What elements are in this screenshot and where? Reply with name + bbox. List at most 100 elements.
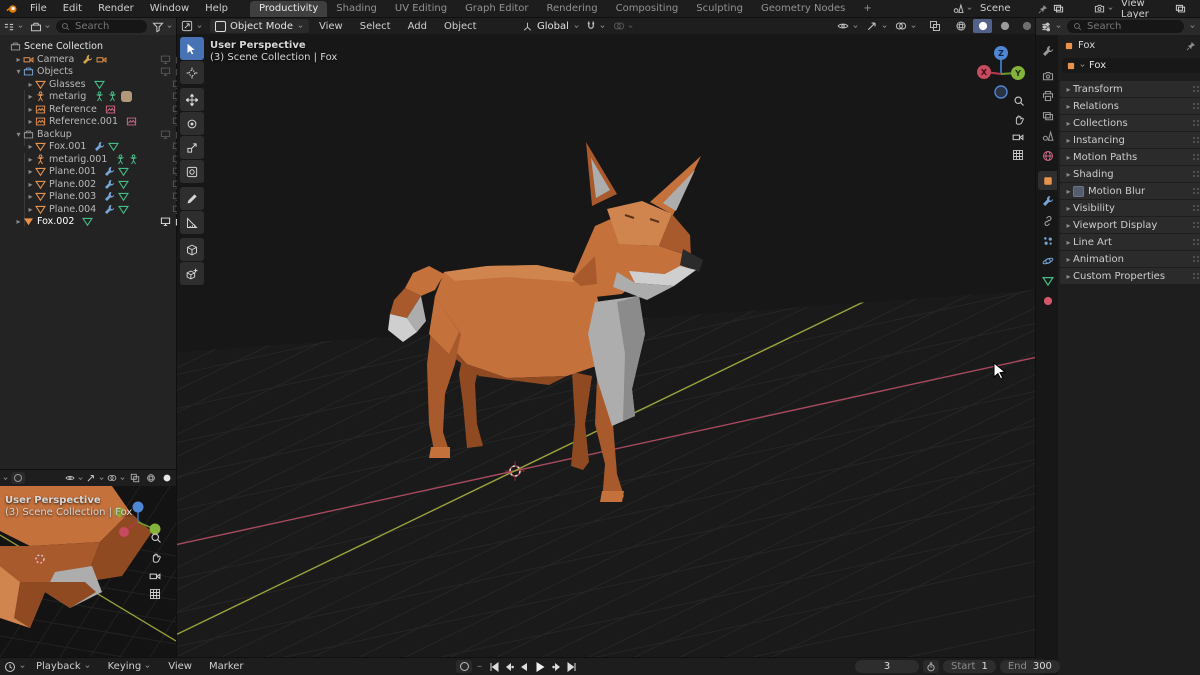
expander-icon[interactable]: ▸ [26, 142, 35, 151]
panel-motion-blur[interactable]: ▸Motion Blur [1060, 183, 1200, 199]
drag-grip-icon[interactable] [1193, 205, 1200, 211]
outliner-search[interactable] [56, 20, 147, 33]
outliner-row-scene-collection[interactable]: Scene Collection [0, 40, 186, 53]
drag-grip-icon[interactable] [1193, 273, 1200, 279]
outliner-row-objects[interactable]: ▾ Objects [0, 65, 190, 78]
outliner-row-fox-002[interactable]: ▸ Fox.002 [0, 215, 190, 228]
tab-view-layer[interactable] [1038, 106, 1057, 125]
frame-start-field[interactable]: Start 1 [943, 660, 996, 673]
zoom-icon[interactable] [150, 532, 162, 544]
outliner-row-plane-003[interactable]: ▸ Plane.003 [0, 190, 202, 203]
outliner-row-plane-004[interactable]: ▸ Plane.004 [0, 203, 202, 216]
panel-relations[interactable]: ▸Relations [1060, 98, 1200, 114]
panel-viewport-display[interactable]: ▸Viewport Display [1060, 217, 1200, 233]
outliner-row-plane-001[interactable]: ▸ Plane.001 [0, 165, 202, 178]
outliner-search-input[interactable] [73, 20, 142, 33]
filter-icon[interactable] [152, 21, 164, 33]
chevron-down-icon[interactable] [1055, 23, 1062, 30]
workspace-tab-uv-editing[interactable]: UV Editing [386, 1, 456, 17]
tool-annotate[interactable] [180, 187, 204, 210]
viewport-editor-type-icon[interactable] [181, 20, 193, 32]
chevron-down-icon[interactable] [627, 23, 634, 30]
timeline-menu-keying[interactable]: Keying [101, 661, 159, 672]
snapping-controls[interactable] [585, 20, 634, 32]
expander-icon[interactable]: ▸ [14, 217, 23, 226]
visibility-eye-icon[interactable] [837, 20, 849, 32]
gizmo-z-axis[interactable] [133, 502, 144, 513]
visibility-eye-icon[interactable] [65, 473, 75, 483]
workspace-tab-sculpting[interactable]: Sculpting [687, 1, 752, 17]
outliner-row-fox-001[interactable]: ▸ Fox.001 [0, 140, 202, 153]
next-keyframe-button[interactable] [550, 660, 563, 673]
mode-dropdown[interactable]: Object Mode [210, 19, 309, 33]
hide-viewport-icon[interactable] [160, 54, 171, 65]
jump-to-start-button[interactable] [487, 660, 500, 673]
chevron-down-icon[interactable] [98, 475, 105, 482]
outliner-row-camera[interactable]: ▸ Camera [0, 53, 190, 66]
menu-help[interactable]: Help [197, 3, 236, 14]
drag-grip-icon[interactable] [1193, 239, 1200, 245]
drag-grip-icon[interactable] [1193, 120, 1200, 126]
perspective-toggle-icon[interactable] [1012, 149, 1024, 161]
chevron-down-icon[interactable] [852, 23, 859, 30]
chevron-down-icon[interactable] [599, 23, 606, 30]
zoom-icon[interactable] [1013, 95, 1025, 107]
shading-wireframe-button[interactable] [951, 19, 970, 33]
tab-output[interactable] [1038, 86, 1057, 105]
play-reverse-button[interactable] [517, 660, 530, 673]
shading-material-button[interactable] [995, 19, 1014, 33]
overlays-icon[interactable] [895, 20, 907, 32]
viewport-3d[interactable]: Object Mode View Select Add Object Globa… [177, 18, 1035, 657]
pan-hand-icon[interactable] [1013, 113, 1025, 125]
expander-icon[interactable]: ▸ [14, 55, 23, 64]
new-view-layer-icon[interactable] [1175, 3, 1186, 14]
viewport-menu-add[interactable]: Add [401, 21, 434, 32]
workspace-tab-graph-editor[interactable]: Graph Editor [456, 1, 537, 17]
add-workspace-button[interactable]: + [854, 1, 880, 17]
panel-line-art[interactable]: ▸Line Art [1060, 234, 1200, 250]
chevron-down-icon[interactable] [19, 663, 26, 670]
pin-icon[interactable] [1186, 41, 1196, 51]
tool-add-cube[interactable] [180, 238, 204, 261]
xray-toggle[interactable] [925, 19, 944, 33]
blender-logo-icon[interactable] [6, 3, 18, 15]
tool-transform[interactable] [180, 160, 204, 183]
proportional-edit-icon[interactable] [613, 20, 625, 32]
panel-shading[interactable]: ▸Shading [1060, 166, 1200, 182]
tab-scene[interactable] [1038, 126, 1057, 145]
viewport-menu-select[interactable]: Select [353, 21, 398, 32]
chevron-down-icon[interactable] [966, 5, 973, 12]
drag-grip-icon[interactable] [1193, 154, 1200, 160]
drag-grip-icon[interactable] [1193, 171, 1200, 177]
outliner-row-metarig-001[interactable]: ▸ metarig.001 [0, 153, 202, 166]
use-preview-range-button[interactable] [923, 660, 939, 673]
hide-viewport-icon[interactable] [160, 216, 171, 227]
timeline-editor-type-icon[interactable] [4, 661, 16, 673]
properties-search[interactable] [1067, 20, 1184, 33]
perspective-toggle-icon[interactable] [149, 588, 161, 600]
fox-model[interactable] [177, 34, 1035, 657]
tool-move[interactable] [180, 88, 204, 111]
panel-visibility[interactable]: ▸Visibility [1060, 200, 1200, 216]
expander-icon[interactable]: ▸ [26, 180, 35, 189]
tool-cursor[interactable] [180, 61, 204, 84]
auto-keying-button[interactable] [456, 660, 472, 673]
preview-viewport[interactable]: User Perspective (3) Scene Collection | … [0, 470, 176, 657]
gizmo-minus-z-axis[interactable] [995, 86, 1007, 98]
hide-viewport-icon[interactable] [160, 66, 171, 77]
tool-add-primitive[interactable] [180, 262, 204, 285]
motion-blur-checkbox[interactable] [1073, 186, 1084, 197]
outliner-row-metarig[interactable]: ▸ metarig [0, 90, 202, 103]
preview-option-button[interactable] [11, 472, 25, 484]
tab-material[interactable] [1038, 291, 1057, 310]
drag-grip-icon[interactable] [1193, 103, 1200, 109]
workspace-tab-shading[interactable]: Shading [327, 1, 386, 17]
properties-editor-type-icon[interactable] [1040, 21, 1052, 33]
tool-scale[interactable] [180, 136, 204, 159]
tool-measure[interactable] [180, 211, 204, 234]
tool-rotate[interactable] [180, 112, 204, 135]
outliner-row-plane-002[interactable]: ▸ Plane.002 [0, 178, 202, 191]
menu-render[interactable]: Render [90, 3, 142, 14]
chevron-down-icon[interactable] [2, 475, 9, 482]
chevron-down-icon[interactable] [17, 23, 24, 30]
